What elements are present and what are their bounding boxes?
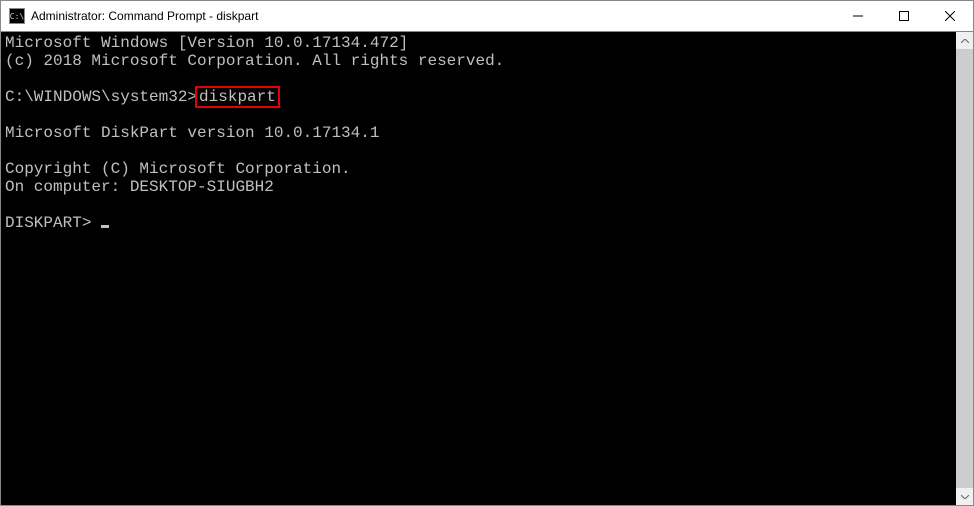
vertical-scrollbar[interactable] <box>956 32 973 505</box>
cmd-window: C:\ Administrator: Command Prompt - disk… <box>0 0 974 506</box>
text-cursor <box>101 225 109 228</box>
terminal-line: On computer: DESKTOP-SIUGBH2 <box>5 178 274 196</box>
diskpart-prompt: DISKPART> <box>5 214 101 232</box>
terminal-line: Microsoft Windows [Version 10.0.17134.47… <box>5 34 408 52</box>
chevron-up-icon <box>961 39 969 43</box>
highlighted-command: diskpart <box>195 86 280 108</box>
maximize-button[interactable] <box>881 1 927 31</box>
terminal-container: Microsoft Windows [Version 10.0.17134.47… <box>1 31 973 505</box>
scrollbar-thumb[interactable] <box>956 49 973 489</box>
minimize-button[interactable] <box>835 1 881 31</box>
close-button[interactable] <box>927 1 973 31</box>
terminal-line: (c) 2018 Microsoft Corporation. All righ… <box>5 52 504 70</box>
chevron-down-icon <box>961 495 969 499</box>
terminal[interactable]: Microsoft Windows [Version 10.0.17134.47… <box>1 32 956 505</box>
titlebar[interactable]: C:\ Administrator: Command Prompt - disk… <box>1 1 973 31</box>
minimize-icon <box>853 11 863 21</box>
scrollbar-up-arrow[interactable] <box>956 32 973 49</box>
close-icon <box>945 11 955 21</box>
window-controls <box>835 1 973 31</box>
terminal-prompt: C:\WINDOWS\system32> <box>5 88 197 106</box>
window-title: Administrator: Command Prompt - diskpart <box>31 9 835 23</box>
maximize-icon <box>899 11 909 21</box>
terminal-line: Copyright (C) Microsoft Corporation. <box>5 160 351 178</box>
scrollbar-down-arrow[interactable] <box>956 488 973 505</box>
cmd-icon: C:\ <box>9 8 25 24</box>
terminal-line: Microsoft DiskPart version 10.0.17134.1 <box>5 124 379 142</box>
